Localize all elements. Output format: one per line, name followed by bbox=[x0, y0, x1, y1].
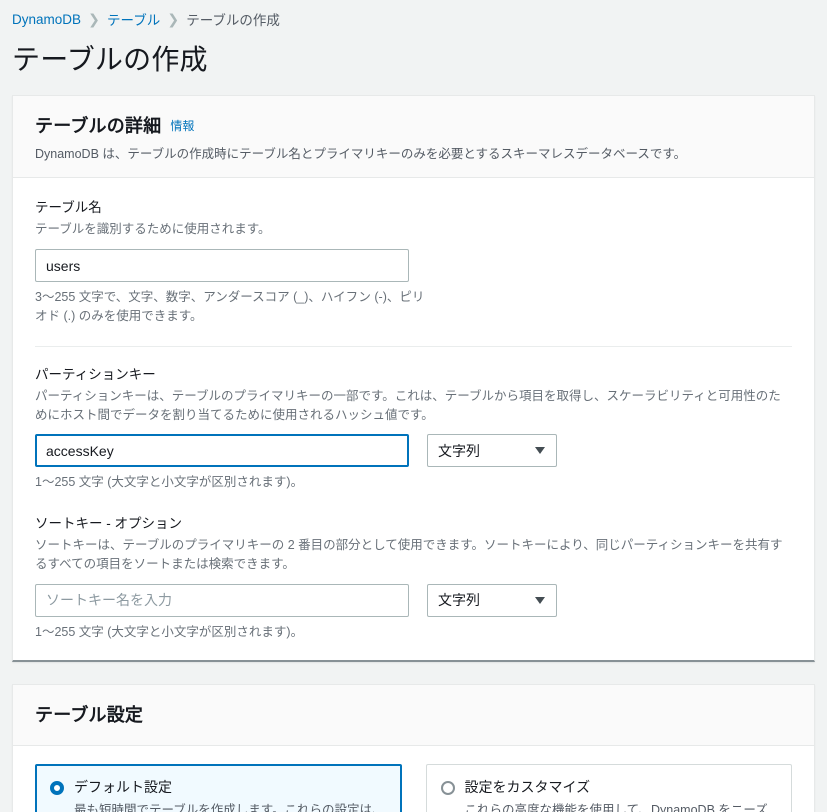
chevron-down-icon bbox=[535, 596, 545, 604]
table-settings-options: デフォルト設定 最も短時間でテーブルを作成します。これらの設定は、今すぐ変更する… bbox=[13, 746, 814, 812]
settings-option-customize-title: 設定をカスタマイズ bbox=[464, 778, 591, 795]
breadcrumb-item-dynamodb[interactable]: DynamoDB bbox=[12, 12, 81, 27]
partition-key-hint: 1〜255 文字 (大文字と小文字が区別されます)。 bbox=[35, 475, 304, 490]
sort-key-input-row: 文字列 bbox=[35, 583, 792, 617]
radio-selected-icon[interactable] bbox=[50, 780, 64, 795]
partition-key-type-select[interactable]: 文字列 bbox=[427, 434, 557, 468]
breadcrumb: DynamoDB ❯ テーブル ❯ テーブルの作成 bbox=[0, 0, 827, 38]
partition-key-input[interactable] bbox=[35, 434, 409, 468]
settings-option-customize-text: 設定をカスタマイズ これらの高度な機能を使用して、DynamoDB をニーズに合… bbox=[465, 778, 777, 812]
partition-key-field: パーティションキー パーティションキーは、テーブルのプライマリキーの一部です。こ… bbox=[35, 365, 792, 493]
create-table-page: DynamoDB ❯ テーブル ❯ テーブルの作成 テーブルの作成 テーブルの詳… bbox=[0, 0, 827, 812]
table-details-title: テーブルの詳細 bbox=[35, 116, 162, 136]
table-name-label: テーブル名 bbox=[35, 200, 102, 216]
settings-option-default-text: デフォルト設定 最も短時間でテーブルを作成します。これらの設定は、今すぐ変更する… bbox=[74, 778, 386, 812]
sort-key-type-select[interactable]: 文字列 bbox=[427, 583, 557, 617]
sort-key-field: ソートキー - オプション ソートキーは、テーブルのプライマリキーの 2 番目の… bbox=[35, 514, 792, 642]
radio-unselected-icon[interactable] bbox=[440, 780, 455, 795]
partition-key-description: パーティションキーは、テーブルのプライマリキーの一部です。これは、テーブルから項… bbox=[35, 388, 781, 422]
breadcrumb-item-create-table: テーブルの作成 bbox=[186, 13, 280, 28]
breadcrumb-item-tables[interactable]: テーブル bbox=[107, 9, 160, 29]
table-details-body: テーブル名 テーブルを識別するために使用されます。 3〜255 文字で、文字、数… bbox=[13, 178, 814, 660]
settings-option-customize-description: これらの高度な機能を使用して、DynamoDB をニーズに合わせて設定します。 bbox=[464, 802, 768, 812]
table-name-hint: 3〜255 文字で、文字、数字、アンダースコア (_)、ハイフン (-)、ピリオ… bbox=[35, 290, 425, 323]
section-divider bbox=[35, 345, 792, 347]
settings-option-customize[interactable]: 設定をカスタマイズ これらの高度な機能を使用して、DynamoDB をニーズに合… bbox=[425, 763, 792, 812]
chevron-right-icon: ❯ bbox=[88, 11, 100, 27]
table-settings-panel: テーブル設定 デフォルト設定 最も短時間でテーブルを作成します。これらの設定は、… bbox=[12, 683, 815, 812]
table-name-field: テーブル名 テーブルを識別するために使用されます。 3〜255 文字で、文字、数… bbox=[35, 198, 792, 326]
table-name-input[interactable] bbox=[35, 249, 409, 283]
table-details-subtitle: DynamoDB は、テーブルの作成時にテーブル名とプライマリキーのみを必要とす… bbox=[35, 147, 687, 161]
settings-option-default[interactable]: デフォルト設定 最も短時間でテーブルを作成します。これらの設定は、今すぐ変更する… bbox=[35, 763, 402, 812]
sort-key-type-value: 文字列 bbox=[438, 592, 480, 609]
sort-key-input[interactable] bbox=[35, 583, 409, 617]
partition-key-type-value: 文字列 bbox=[438, 442, 480, 459]
settings-option-default-description: 最も短時間でテーブルを作成します。これらの設定は、今すぐ変更するか、テーブルの作… bbox=[74, 802, 385, 812]
page-title: テーブルの作成 bbox=[12, 44, 208, 75]
table-details-header: テーブルの詳細 情報 DynamoDB は、テーブルの作成時にテーブル名とプライマ… bbox=[13, 96, 814, 179]
table-settings-header: テーブル設定 bbox=[13, 684, 814, 746]
table-details-panel: テーブルの詳細 情報 DynamoDB は、テーブルの作成時にテーブル名とプライマ… bbox=[12, 95, 815, 662]
table-settings-title: テーブル設定 bbox=[35, 704, 144, 725]
sort-key-description: ソートキーは、テーブルのプライマリキーの 2 番目の部分として使用できます。ソー… bbox=[35, 538, 783, 572]
info-link[interactable]: 情報 bbox=[170, 119, 194, 133]
sort-key-hint: 1〜255 文字 (大文字と小文字が区別されます)。 bbox=[35, 624, 304, 639]
partition-key-input-row: 文字列 bbox=[35, 434, 792, 468]
table-name-input-row bbox=[35, 249, 792, 283]
table-name-description: テーブルを識別するために使用されます。 bbox=[35, 222, 271, 237]
settings-option-default-title: デフォルト設定 bbox=[74, 778, 172, 795]
chevron-down-icon bbox=[535, 447, 545, 455]
partition-key-label: パーティションキー bbox=[35, 366, 156, 382]
sort-key-label: ソートキー - オプション bbox=[35, 516, 182, 532]
chevron-right-icon: ❯ bbox=[167, 11, 180, 27]
